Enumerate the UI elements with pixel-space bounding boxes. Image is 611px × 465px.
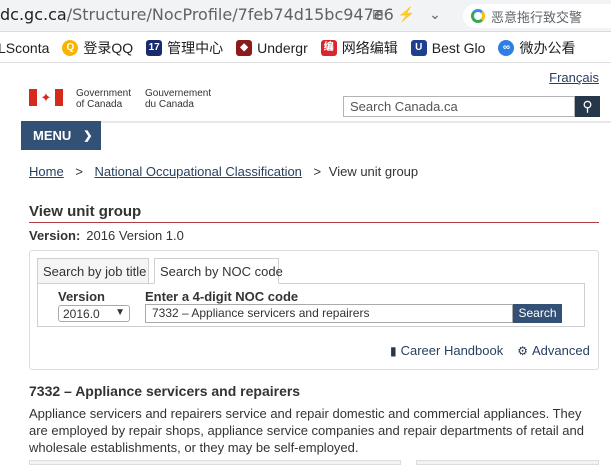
menu-divider [101, 121, 611, 123]
gov-en-line: Government [76, 88, 132, 99]
version-line: Version: 2016 Version 1.0 [29, 228, 184, 243]
search-engine-icon [471, 9, 485, 23]
browser-toolbar-icons: ⊞ ⚡ ⌄ [372, 6, 441, 23]
search-icon: ⚲ [582, 98, 593, 114]
bookmark-item[interactable]: Q 登录QQ [62, 38, 133, 58]
site-search-button[interactable]: ⚲ [575, 96, 600, 117]
breadcrumb-separator: > [313, 164, 322, 179]
bookmark-item[interactable]: ◆ Undergr [236, 39, 308, 56]
career-handbook-link[interactable]: ▮ Career Handbook [390, 343, 503, 358]
tab-search-job-title[interactable]: Search by job title [37, 258, 149, 284]
lightning-icon[interactable]: ⚡ [398, 6, 415, 23]
version-value: 2016 Version 1.0 [86, 228, 184, 243]
gov-wordmark-fr: Gouvernement du Canada [145, 88, 211, 110]
chevron-down-icon[interactable]: ⌄ [429, 6, 441, 23]
breadcrumb: Home > National Occupational Classificat… [29, 164, 418, 179]
browser-address-bar: dc.gc.ca/Structure/NocProfile/7feb74d15b… [0, 0, 611, 32]
breadcrumb-noc-link[interactable]: National Occupational Classification [95, 164, 302, 179]
bookmarks-bar: LSconta Q 登录QQ 17 管理中心 ◆ Undergr 编 网络编辑 … [0, 33, 611, 63]
page: dc.gc.ca/Structure/NocProfile/7feb74d15b… [0, 0, 611, 465]
gear-icon: ⚙ [517, 343, 528, 358]
page-title: View unit group [29, 203, 599, 223]
url-field[interactable]: dc.gc.ca/Structure/NocProfile/7feb74d15b… [0, 5, 394, 24]
breadcrumb-home-link[interactable]: Home [29, 164, 64, 179]
search-suggest-box[interactable]: 恶意拖行致交警 [463, 4, 611, 28]
site-search-input[interactable]: Search Canada.ca [343, 96, 575, 117]
bookmark-label: 管理中心 [167, 39, 224, 56]
advanced-search-link[interactable]: ⚙ Advanced [517, 343, 590, 358]
version-select-value: 2016.0 [63, 307, 100, 321]
bookmark-item[interactable]: 17 管理中心 [146, 38, 223, 58]
bookmark-label: Best Glo [431, 39, 486, 56]
gov-en-line: of Canada [76, 99, 123, 110]
language-toggle-link[interactable]: Français [549, 70, 599, 85]
version-label: Version: [29, 228, 81, 243]
bookmark-item[interactable]: ∞ 微办公看 [498, 38, 575, 58]
bookmark-label: 登录QQ [83, 39, 134, 56]
apps-grid-icon[interactable]: ⊞ [372, 6, 384, 23]
gov-wordmark-en: Government of Canada [76, 88, 131, 110]
bookmark-label: Undergr [257, 39, 308, 56]
book-icon: ▮ [390, 343, 397, 358]
unit-group-description: Appliance servicers and repairers servic… [29, 406, 584, 455]
noc-code-input[interactable]: 7332 – Appliance servicers and repairers [145, 304, 513, 323]
menu-button[interactable]: MENU ❯ [21, 121, 101, 150]
gov-fr-line: du Canada [145, 99, 194, 110]
career-handbook-label: Career Handbook [400, 343, 504, 358]
breadcrumb-separator: > [75, 164, 83, 179]
content-section-top [29, 460, 401, 465]
url-host: dc.gc.ca [0, 5, 67, 24]
unit-group-title: 7332 – Appliance servicers and repairers [29, 383, 301, 399]
code-field-label: Enter a 4-digit NOC code [145, 289, 299, 304]
menu-bar: MENU ❯ [0, 121, 611, 150]
bookmark-item[interactable]: LSconta [0, 40, 49, 56]
search-suggest-text: 恶意拖行致交警 [491, 9, 583, 25]
chevron-down-icon: ❯ [83, 130, 93, 142]
bookmark-item[interactable]: U Best Glo [410, 39, 486, 56]
qq-icon: Q [62, 39, 79, 56]
version-select[interactable]: 2016.0 ▼ [58, 305, 130, 322]
bookmark-label: 网络编辑 [341, 39, 398, 56]
admin-icon: 17 [146, 39, 163, 56]
canada-flag-icon: ✦ [29, 89, 63, 106]
usnews-icon: U [410, 39, 427, 56]
tab-search-noc-code[interactable]: Search by NOC code [154, 258, 283, 284]
bookmark-label: 微办公看 [519, 39, 576, 56]
caret-down-icon: ▼ [115, 307, 125, 318]
bookmark-item[interactable]: 编 网络编辑 [320, 38, 398, 58]
shield-icon: ◆ [236, 39, 253, 56]
advanced-label: Advanced [532, 343, 590, 358]
sidebar-section-top [416, 460, 599, 465]
url-path: /Structure/NocProfile/7feb74d15bc947e6 [66, 5, 394, 24]
panel-links: ▮ Career Handbook ⚙ Advanced [390, 343, 590, 358]
version-field-label: Version [58, 289, 105, 304]
menu-label: MENU [33, 128, 72, 143]
editor-icon: 编 [320, 39, 337, 56]
noc-search-button[interactable]: Search [513, 304, 562, 323]
bookmark-label: LSconta [0, 39, 50, 56]
breadcrumb-current: View unit group [328, 164, 419, 179]
office-icon: ∞ [498, 39, 515, 56]
gov-fr-line: Gouvernement [145, 88, 212, 99]
